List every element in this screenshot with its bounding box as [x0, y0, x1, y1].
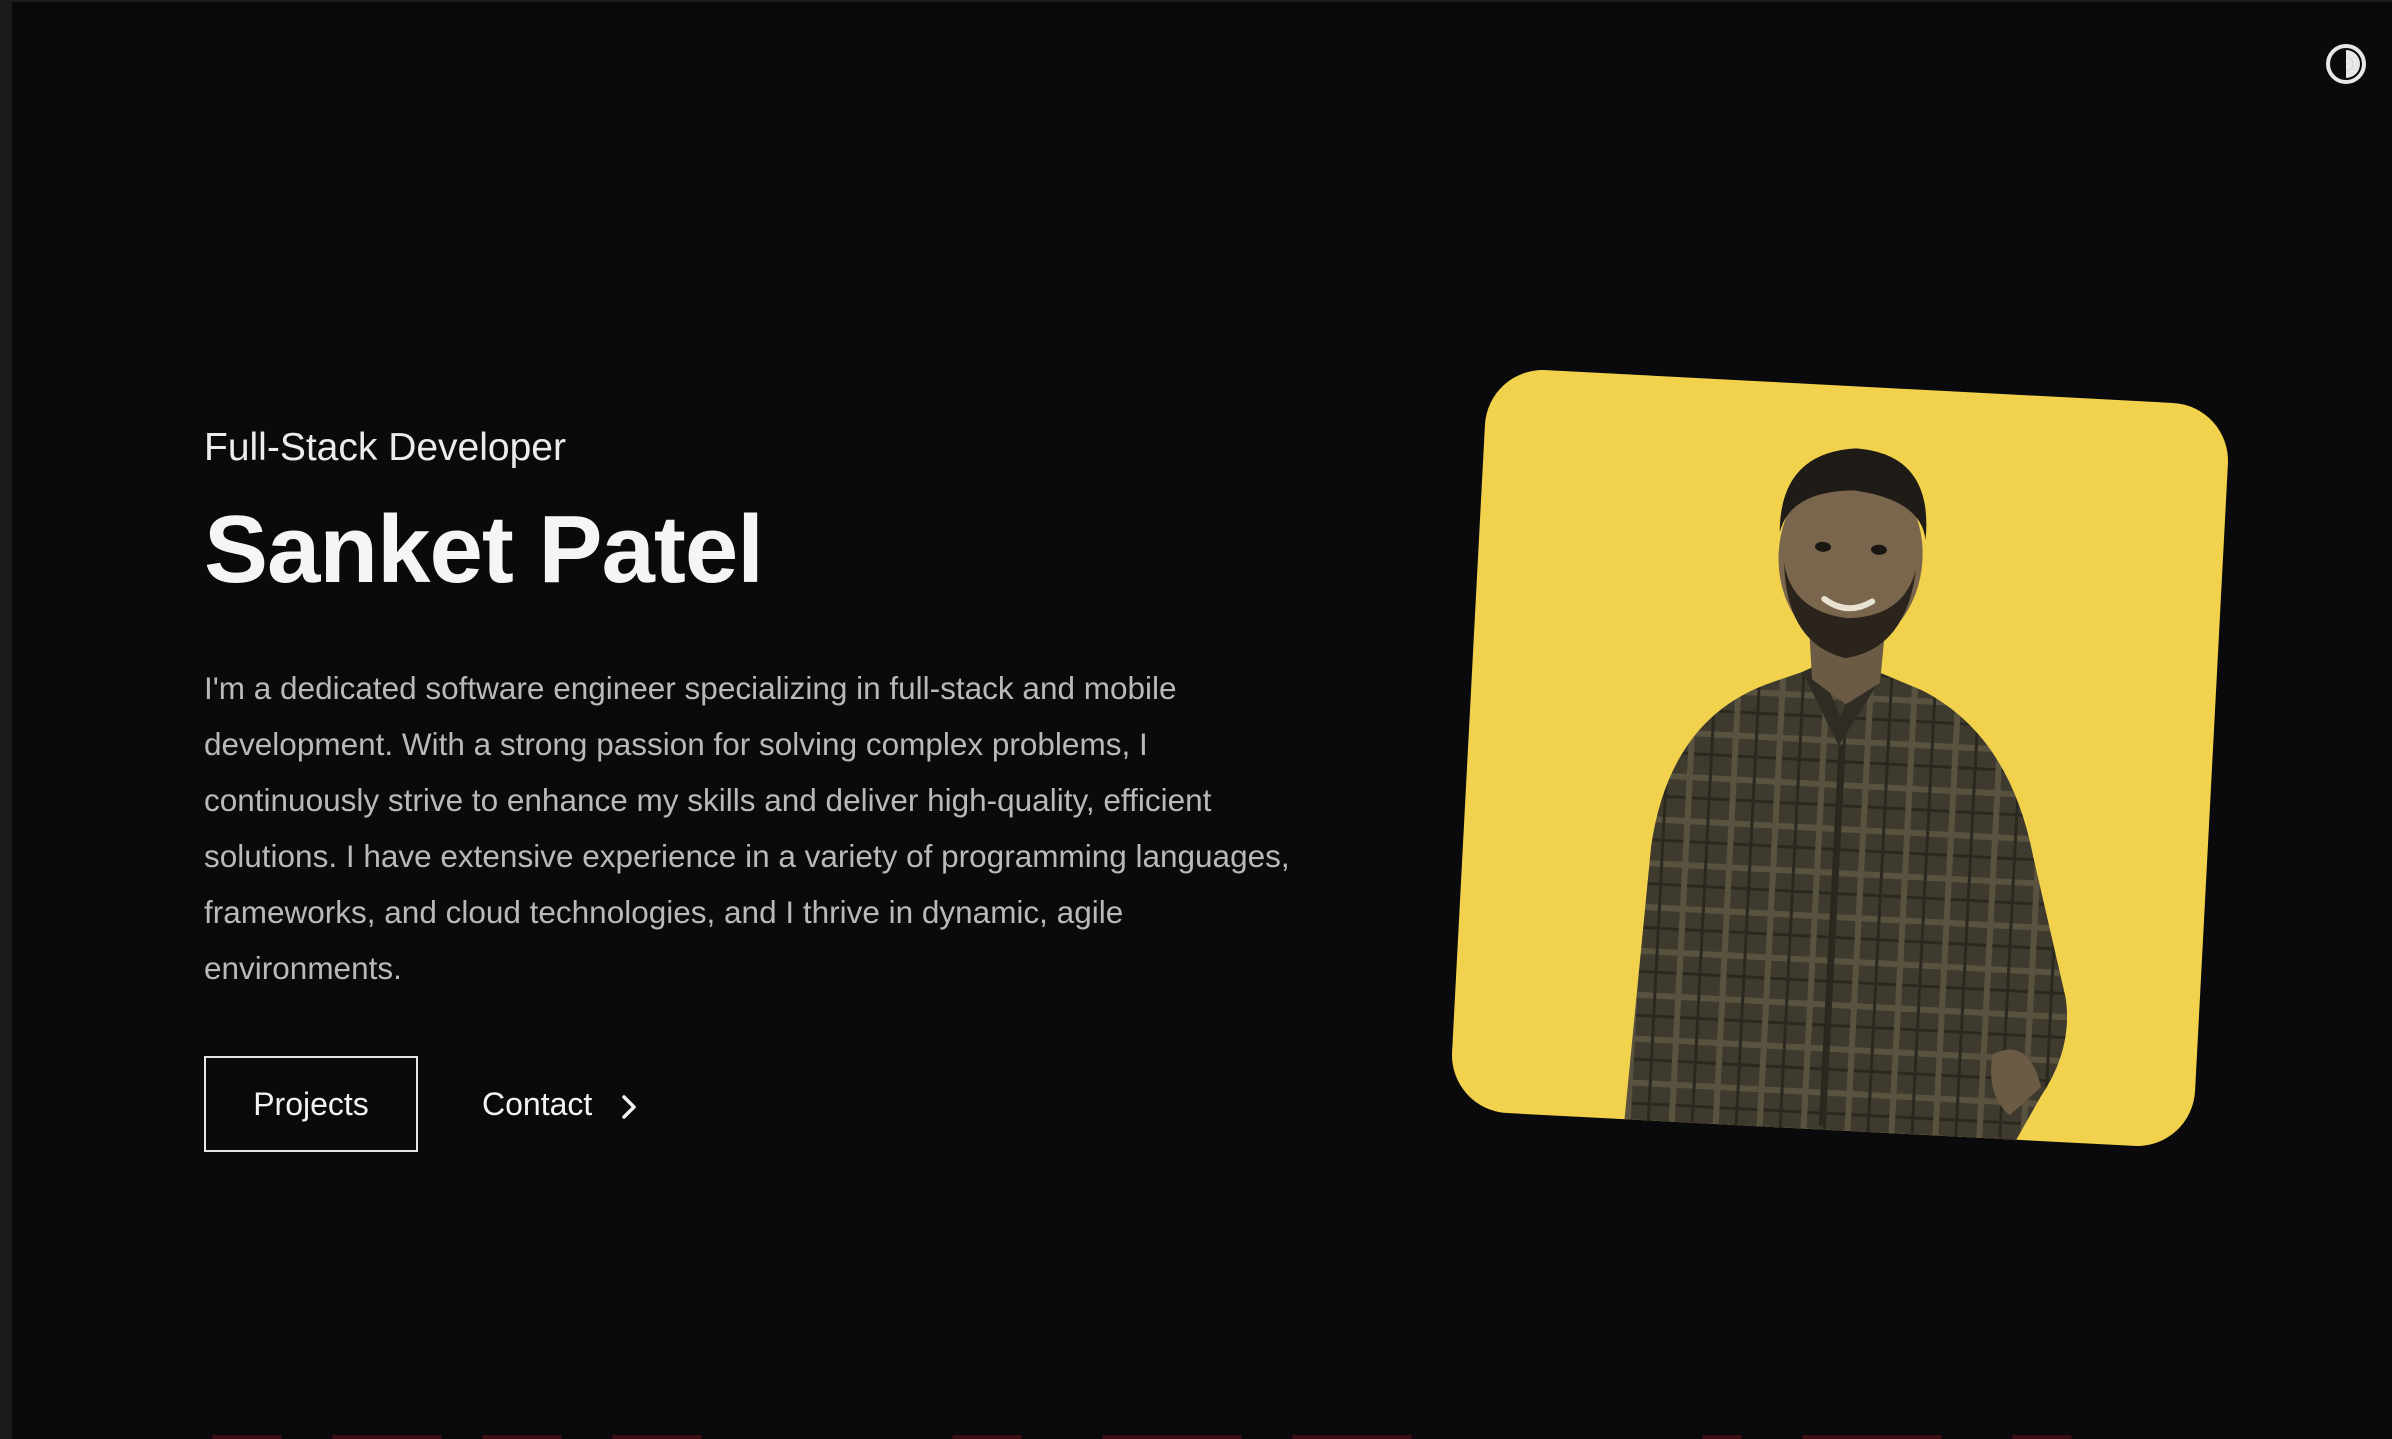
- contact-link-label: Contact: [482, 1085, 593, 1122]
- portfolio-page: Full-Stack Developer Sanket Patel I'm a …: [12, 2, 2392, 1439]
- theme-toggle-icon: [2326, 44, 2366, 84]
- projects-button[interactable]: Projects: [204, 1056, 418, 1152]
- person-name: Sanket Patel: [204, 496, 764, 603]
- portrait-illustration: [1622, 448, 2068, 1149]
- hero-intro: Full-Stack Developer Sanket Patel I'm a …: [204, 420, 1314, 1152]
- profile-photo: [1449, 367, 2231, 1149]
- projects-button-label: Projects: [253, 1085, 369, 1122]
- role-subtitle: Full-Stack Developer: [204, 426, 566, 469]
- hero-actions: Projects Contact: [204, 1056, 1314, 1152]
- bio-paragraph: I'm a dedicated software engineer specia…: [204, 670, 1290, 986]
- next-section-edge: [12, 1433, 2392, 1439]
- theme-toggle-button[interactable]: [2324, 42, 2368, 86]
- contact-link[interactable]: Contact: [482, 1086, 638, 1123]
- chevron-right-icon: [620, 1091, 638, 1119]
